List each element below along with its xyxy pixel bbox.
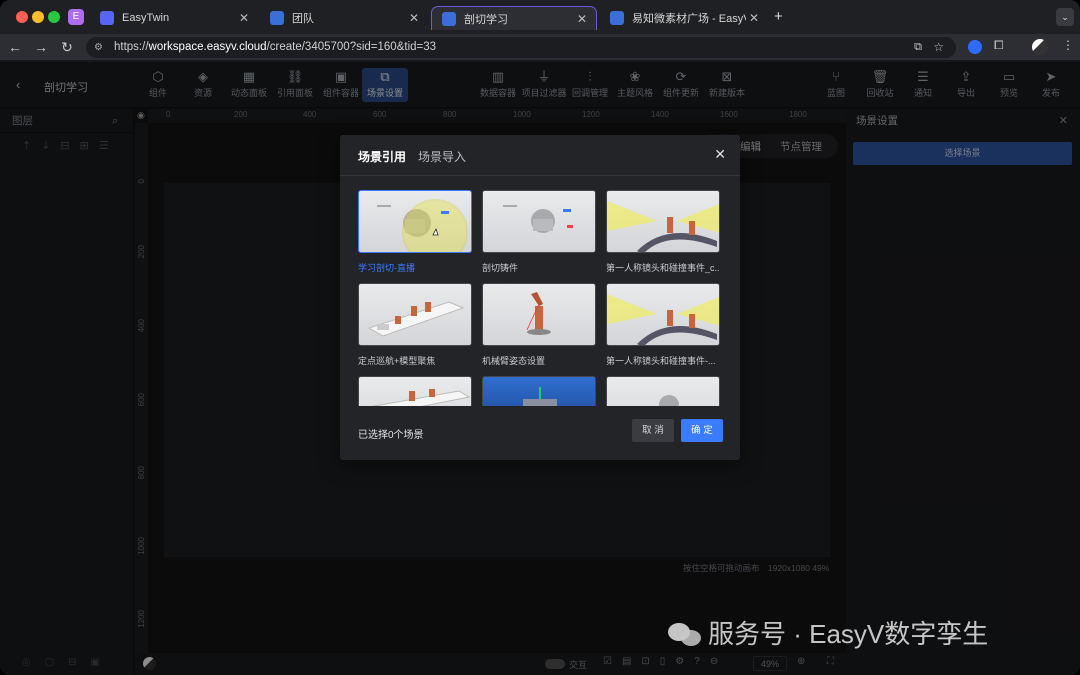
easyv-favicon-icon <box>270 11 284 25</box>
dialog-tabs: 场景引用 场景导入 <box>358 148 466 165</box>
scene-preview-image <box>371 389 471 406</box>
scene-card[interactable]: 机械臂姿态设置 <box>482 283 596 367</box>
scene-label: 第一人称镜头和碰撞事件-... <box>606 356 716 366</box>
scene-card[interactable]: 剖切铸件 <box>482 190 596 274</box>
address-bar: ← → ↻ ⚙ https://workspace.easyv.cloud/cr… <box>0 34 1080 60</box>
scene-preview-image <box>607 201 719 252</box>
scene-label: 学习剖切-直播 <box>358 263 415 273</box>
selected-count: 已选择0个场景 <box>358 430 424 441</box>
confirm-label: 确 定 <box>691 425 713 436</box>
close-window-button[interactable] <box>16 11 28 23</box>
tab-material-plaza[interactable]: 易知微素材广场 - EasyV数字孪 ✕ <box>600 6 768 30</box>
zoom-window-button[interactable] <box>48 11 60 23</box>
scene-card[interactable] <box>358 376 472 406</box>
scene-thumbnail <box>358 190 472 253</box>
url-path: /create/3405700?sid=160&tid=33 <box>266 41 437 53</box>
scene-preview-image <box>377 199 468 252</box>
tab-close-icon[interactable]: ✕ <box>746 11 762 25</box>
scene-thumbnail <box>482 190 596 253</box>
confirm-button[interactable]: 确 定 <box>681 419 723 442</box>
extensions-puzzle-icon[interactable]: ⧠ <box>994 38 1004 53</box>
tab-close-icon[interactable]: ✕ <box>574 12 590 26</box>
scene-preview-image <box>607 294 719 345</box>
reload-icon[interactable]: ↻ <box>58 38 76 56</box>
scene-preview-image <box>659 395 679 406</box>
scene-label: 定点巡航+模型聚焦 <box>358 356 436 366</box>
install-app-icon[interactable]: ⧉ <box>914 37 922 58</box>
scene-card[interactable]: 定点巡航+模型聚焦 <box>358 283 472 367</box>
browser-menu-icon[interactable]: ⋮ <box>1062 38 1074 52</box>
tab-label: EasyTwin <box>122 12 170 24</box>
scene-label: 剖切铸件 <box>482 263 519 273</box>
browser-window: E EasyTwin ✕ 团队 ✕ 剖切学习 ✕ 易知微素材广场 - EasyV… <box>0 0 1080 675</box>
extension-c-icon[interactable] <box>968 40 982 54</box>
minimize-window-button[interactable] <box>32 11 44 23</box>
tab-easytwin[interactable]: EasyTwin ✕ <box>90 6 258 30</box>
new-tab-button[interactable]: + <box>774 8 783 25</box>
tab-team[interactable]: 团队 ✕ <box>260 6 428 30</box>
cancel-label: 取 消 <box>642 425 664 436</box>
tab-list-button[interactable]: ⌄ <box>1056 8 1074 26</box>
scene-thumbnail <box>358 376 472 406</box>
scene-thumbnail <box>606 376 720 406</box>
url-field[interactable]: ⚙ https://workspace.easyv.cloud/create/3… <box>86 37 956 58</box>
tab-label: 团队 <box>292 13 314 25</box>
tab-close-icon[interactable]: ✕ <box>406 11 422 25</box>
scene-thumbnail <box>606 283 720 346</box>
tab-section-learning[interactable]: 剖切学习 ✕ <box>431 6 597 30</box>
scene-preview-image <box>523 387 557 406</box>
url-host: workspace.easyv.cloud <box>148 41 267 53</box>
scene-thumbnail <box>482 376 596 406</box>
scene-thumbnail <box>358 283 472 346</box>
easyv-favicon-icon <box>610 11 624 25</box>
back-arrow-icon[interactable]: ← <box>6 38 24 56</box>
profile-avatar[interactable] <box>1032 39 1048 55</box>
scene-label: 机械臂姿态设置 <box>482 356 546 366</box>
extension-icon[interactable]: E <box>68 9 84 25</box>
tab-scene-reference[interactable]: 场景引用 <box>358 148 406 165</box>
site-info-icon[interactable]: ⚙ <box>94 37 103 58</box>
tab-label: 易知微素材广场 - EasyV数字孪 <box>632 13 746 25</box>
scene-label: 第一人称镜头和碰撞事件_c... <box>606 263 720 273</box>
url-prefix: https:// <box>114 41 149 53</box>
tab-close-icon[interactable]: ✕ <box>236 11 252 25</box>
scene-card[interactable]: 学习剖切-直播 <box>358 190 472 274</box>
easyv-favicon-icon <box>442 11 456 26</box>
scene-card[interactable]: 第一人称镜头和碰撞事件_c... <box>606 190 720 274</box>
cancel-button[interactable]: 取 消 <box>632 419 674 442</box>
scene-card[interactable]: 第一人称镜头和碰撞事件-... <box>606 283 720 367</box>
watermark-text: 服务号 · EasyV数字孪生 <box>708 619 989 649</box>
scene-card[interactable] <box>606 376 720 406</box>
scene-thumbnail <box>606 190 720 253</box>
close-icon[interactable]: ✕ <box>714 146 726 163</box>
scene-preview-image <box>526 292 551 335</box>
scene-preview-image <box>503 205 573 233</box>
bookmark-star-icon[interactable]: ☆ <box>933 37 944 58</box>
forward-arrow-icon[interactable]: → <box>32 38 50 56</box>
tab-label: 剖切学习 <box>464 13 508 26</box>
watermark: 服务号 · EasyV数字孪生 <box>668 614 988 651</box>
easytwin-favicon-icon <box>100 11 114 25</box>
dialog-divider <box>340 175 740 176</box>
scene-reference-dialog: 场景引用 场景导入 ✕ 学习剖切-直播 剖切铸件 第一人称镜头和碰撞事件_c..… <box>340 135 740 460</box>
scene-preview-image <box>367 301 465 337</box>
scene-grid: 学习剖切-直播 剖切铸件 第一人称镜头和碰撞事件_c... 定点巡航+模型聚焦 … <box>358 190 728 406</box>
tab-scene-import[interactable]: 场景导入 <box>418 148 466 165</box>
tab-bar: E EasyTwin ✕ 团队 ✕ 剖切学习 ✕ 易知微素材广场 - EasyV… <box>0 0 1080 34</box>
wechat-icon <box>668 621 702 647</box>
scene-thumbnail <box>482 283 596 346</box>
scene-card[interactable] <box>482 376 596 406</box>
